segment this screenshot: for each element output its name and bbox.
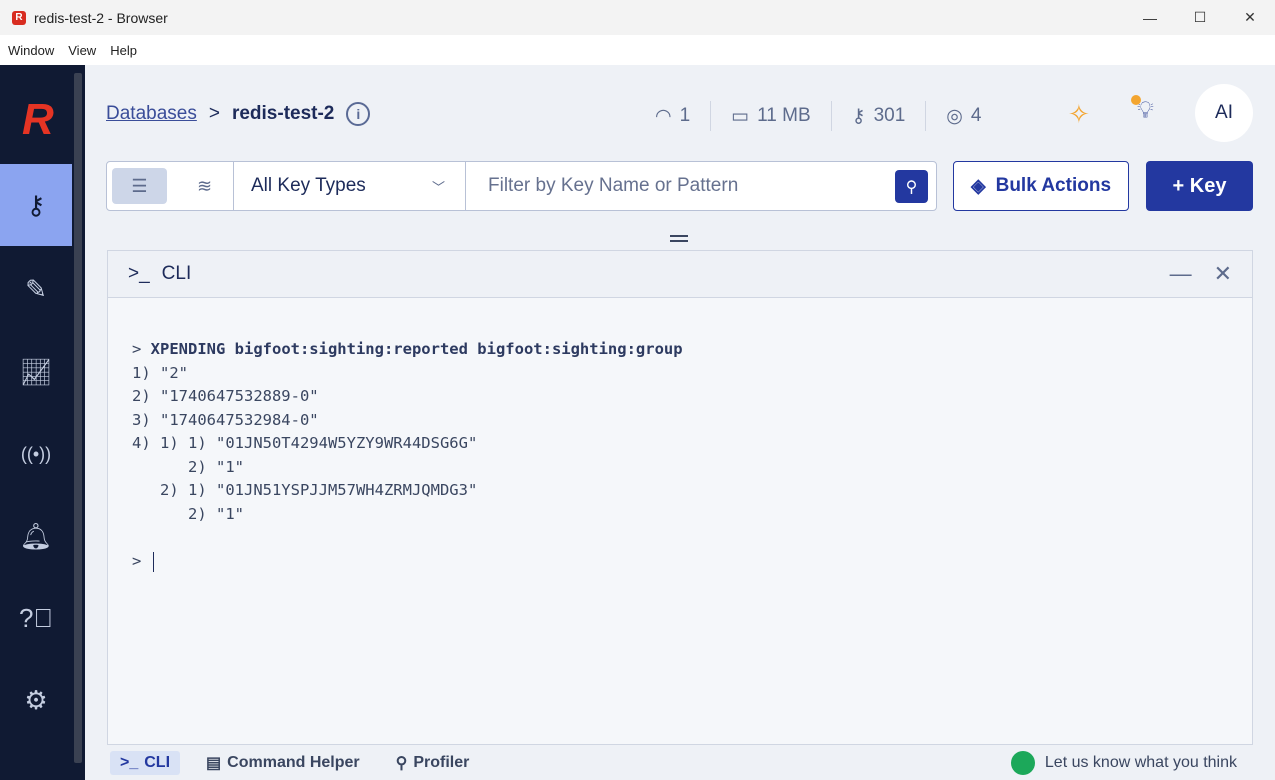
notification-dot (1131, 95, 1141, 105)
cli-command: XPENDING bigfoot:sighting:reported bigfo… (150, 340, 683, 358)
cli-output: > XPENDING bigfoot:sighting:reported big… (108, 298, 1252, 574)
document-icon: ▤ (206, 754, 222, 772)
breadcrumb-separator: > (208, 103, 220, 124)
minimize-button[interactable]: — (1125, 0, 1175, 35)
clients-value: 1 (679, 105, 691, 126)
key-type-value: All Key Types (251, 175, 366, 196)
bulk-actions-label: Bulk Actions (995, 175, 1112, 196)
tab-profiler-label: Profiler (413, 753, 470, 771)
cli-prompt: > (132, 552, 142, 570)
sidebar-item-settings[interactable]: ⚙ (0, 659, 72, 741)
memory-icon: ▭ (731, 105, 750, 127)
search-button[interactable]: ⚲ (895, 170, 928, 203)
search-icon: ⚲ (905, 178, 918, 196)
output-line: 2) "1740647532889-0" (132, 387, 319, 405)
tab-cli[interactable]: >_ CLI (110, 750, 181, 775)
feedback-icon (1010, 751, 1035, 775)
sidebar-item-help[interactable]: ?⃝ (0, 577, 72, 659)
sidebar-scrollbar[interactable] (74, 73, 82, 763)
tab-profiler[interactable]: ⚲ Profiler (386, 750, 480, 776)
resize-handle[interactable] (670, 235, 688, 242)
info-icon[interactable]: i (346, 102, 371, 126)
users-value: 4 (970, 105, 982, 126)
key-type-select[interactable]: All Key Types ﹀ (234, 162, 466, 210)
output-line: 1) "2" (132, 363, 188, 382)
terminal-icon: >_ (120, 753, 139, 771)
bottom-bar: >_ CLI ▤ Command Helper ⚲ Profiler Let us k… (85, 745, 1275, 780)
breadcrumb: Databases > redis-test-2 i (106, 102, 371, 126)
sparkle-ai-icon[interactable]: ✧ (1068, 99, 1090, 130)
key-icon: ⚷ (26, 189, 46, 220)
gauge-icon: ◠ (655, 105, 672, 127)
feedback-link[interactable]: Let us know what you think (1010, 751, 1237, 775)
breadcrumb-databases[interactable]: Databases (106, 103, 197, 125)
cli-header: >_ CLI — ✕ (108, 251, 1252, 298)
chevron-down-icon: ﹀ (431, 179, 445, 195)
bell-icon: 🔔︎ (19, 520, 53, 551)
sidebar-item-workbench[interactable]: ✎ (0, 248, 72, 330)
filter-bar: ☰ ≋ All Key Types ﹀ Filter by Key Name or… (106, 161, 937, 211)
tree-view-toggle[interactable]: ≋ (177, 168, 232, 204)
broadcast-icon: ((•)) (20, 443, 52, 464)
tab-helper-label: Command Helper (227, 753, 360, 771)
redis-logo[interactable]: R (22, 95, 54, 145)
lightbulb-icon[interactable]: 💡︎ (1131, 95, 1154, 125)
cli-command-line: > XPENDING bigfoot:sighting:reported big… (132, 340, 683, 358)
sidebar: R ⚷ ✎ 📈︎ ((•)) 🔔︎ ?⃝ ⚙ (0, 65, 85, 780)
list-view-toggle[interactable]: ☰ (112, 168, 167, 204)
terminal-icon: >_ (128, 263, 150, 284)
output-line: 4) 1) 1) "01JN50T4294W5YZY9WR44DSG6G" (132, 434, 478, 452)
minimize-cli-button[interactable]: — (1170, 261, 1192, 287)
stat-clients: ◠ 1 (635, 101, 712, 131)
chart-icon: 📈︎ (19, 356, 53, 387)
bulk-actions-button[interactable]: ◈ Bulk Actions (953, 161, 1129, 211)
main-area: Databases > redis-test-2 i ◠ 1 ▭ 11 MB ⚷ 30… (85, 65, 1275, 780)
close-cli-button[interactable]: ✕ (1214, 261, 1232, 287)
add-key-button[interactable]: + Key (1146, 161, 1253, 211)
key-icon: ⚷ (851, 105, 866, 127)
keys-value: 301 (873, 105, 906, 126)
stat-keys: ⚷ 301 (832, 101, 927, 131)
key-filter-input[interactable]: Filter by Key Name or Pattern ⚲ (466, 162, 936, 210)
sidebar-item-analysis[interactable]: 📈︎ (0, 331, 72, 413)
maximize-button[interactable]: ☐ (1175, 0, 1225, 35)
output-line: 2) 1) "01JN51YSPJJM57WH4ZRMJQMDG3" (132, 481, 478, 499)
cli-title: CLI (161, 263, 192, 284)
breadcrumb-current: redis-test-2 (231, 103, 335, 124)
stat-memory: ▭ 11 MB (711, 101, 832, 131)
tab-cli-label: CLI (144, 753, 171, 771)
app-icon: R (12, 10, 26, 25)
title-bar: R redis-test-2 - Browser — ☐ ✕ (0, 0, 1275, 35)
output-line: 2) "1" (132, 504, 244, 523)
menu-help[interactable]: Help (110, 43, 137, 58)
sidebar-item-browser[interactable]: ⚷ (0, 164, 72, 246)
key-filter-placeholder: Filter by Key Name or Pattern (488, 175, 739, 196)
sidebar-item-notifications[interactable]: 🔔︎ (0, 495, 72, 577)
gear-icon: ⚙ (24, 684, 48, 715)
layers-icon: ≋ (196, 175, 213, 196)
menu-window[interactable]: Window (8, 43, 54, 58)
profiler-icon: ⚲ (395, 754, 408, 772)
menu-view[interactable]: View (68, 43, 96, 58)
layers-icon: ◈ (970, 175, 986, 197)
cli-panel: >_ CLI — ✕ > XPENDING bigfoot:sighting:re… (107, 250, 1253, 745)
menu-bar: Window View Help (0, 35, 1275, 65)
help-icon: ?⃝ (19, 602, 53, 633)
close-window-button[interactable]: ✕ (1225, 0, 1275, 35)
sidebar-item-pubsub[interactable]: ((•)) (0, 413, 72, 495)
window-title: redis-test-2 - Browser (34, 9, 168, 26)
memory-value: 11 MB (757, 105, 811, 126)
output-line: 3) "1740647532984-0" (132, 410, 319, 429)
avatar[interactable]: AI (1195, 84, 1253, 142)
output-line: 2) "1" (132, 457, 244, 476)
text-cursor (153, 551, 155, 572)
filter-icon: ☰ (131, 175, 148, 196)
feedback-label: Let us know what you think (1044, 754, 1237, 771)
cli-input[interactable]: > (132, 550, 1252, 574)
edit-icon: ✎ (25, 273, 47, 304)
stat-users: ◎ 4 (926, 101, 1001, 131)
db-stats: ◠ 1 ▭ 11 MB ⚷ 301 ◎ 4 (635, 101, 1001, 131)
tab-command-helper[interactable]: ▤ Command Helper (196, 750, 370, 776)
user-icon: ◎ (946, 105, 963, 127)
